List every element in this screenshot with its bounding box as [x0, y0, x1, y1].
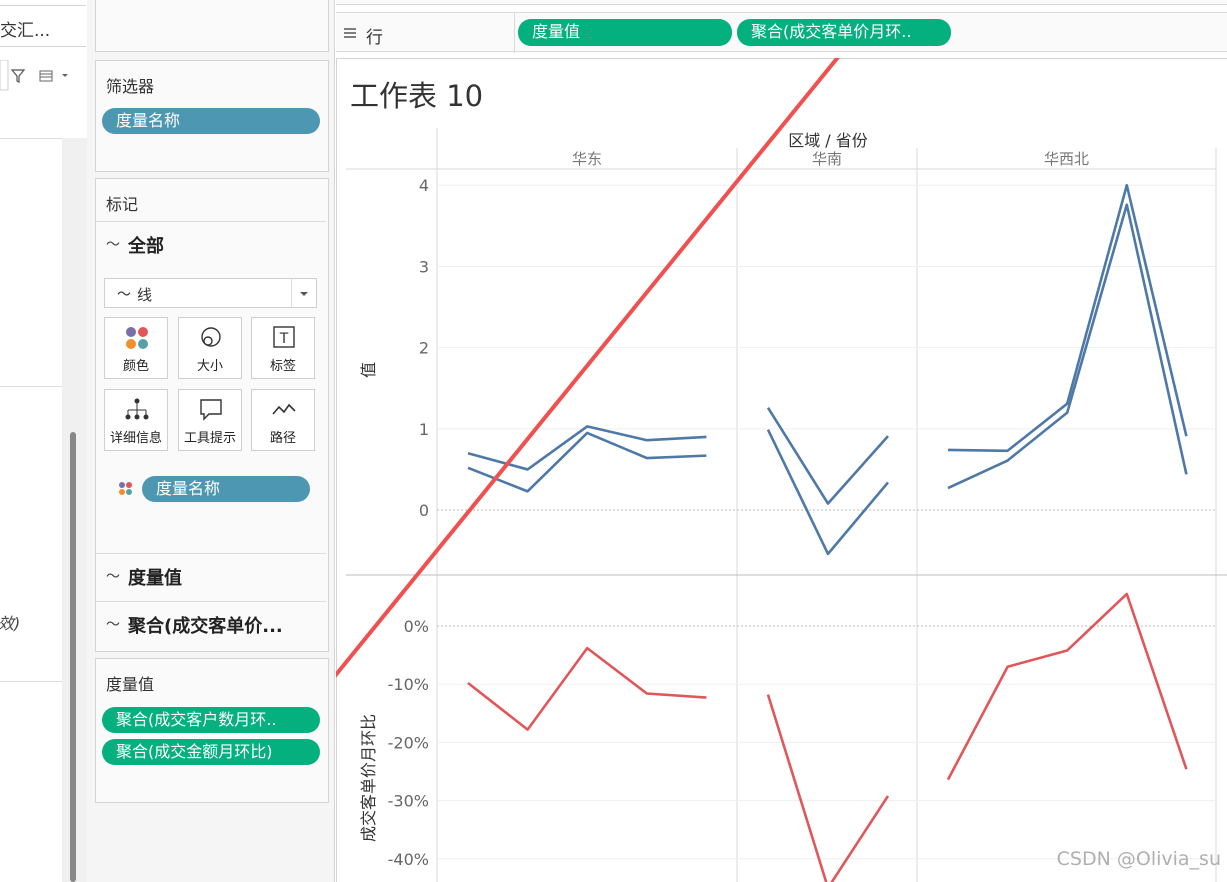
panel-header: 华西北: [1044, 150, 1089, 168]
y-tick-label: 3: [419, 257, 429, 276]
marks-section-all[interactable]: 〜 全部: [96, 221, 326, 270]
chart-series: [467, 183, 1188, 882]
panel-header: 华南: [812, 150, 842, 168]
divider: [514, 13, 515, 53]
y-tick-label: -30%: [388, 792, 429, 811]
measure-pill-customers[interactable]: 聚合(成交客户数月环..: [102, 707, 320, 733]
line-mark-icon: 〜: [106, 617, 120, 633]
rows-shelf[interactable]: 行 度量值 聚合(成交客单价月环..: [336, 12, 1227, 53]
tooltip-icon: [179, 398, 241, 422]
axis-ticks: 4 3 2 1 0 0% -10% -20% -30% -40%: [388, 176, 429, 869]
rows-pill-aov-mom[interactable]: 聚合(成交客单价月环..: [737, 19, 951, 46]
color-pill-measure-names[interactable]: 度量名称: [142, 476, 310, 502]
divider: [0, 138, 62, 139]
series-line-top-a: [766, 407, 889, 505]
panel-header: 华东: [572, 150, 602, 168]
y-tick-label: 1: [419, 420, 429, 439]
rows-shelf-label: 行: [366, 28, 383, 48]
measure-values-card: 度量值 聚合(成交客户数月环.. 聚合(成交金额月环比): [95, 658, 329, 803]
chart-frame: [346, 128, 1227, 882]
tooltip-button[interactable]: 工具提示: [178, 389, 242, 451]
label-button-label: 标签: [269, 359, 296, 374]
path-icon: [252, 398, 314, 422]
color-icon: [105, 326, 167, 350]
cards-pane: 筛选器 度量名称 标记 〜 全部 〜 线 颜色 大小 T 标签 详细信息 工具提…: [87, 0, 335, 882]
series-line-top-b: [947, 203, 1188, 490]
data-pane-toolbar: [0, 59, 86, 92]
path-button[interactable]: 路径: [251, 389, 315, 451]
tooltip-button-label: 工具提示: [183, 431, 236, 446]
series-line-top-b: [766, 429, 889, 556]
mark-type-value: 线: [137, 286, 153, 304]
y-tick-label: 2: [419, 339, 429, 358]
y-tick-label: -20%: [388, 733, 429, 752]
series-line-bottom: [946, 592, 1188, 781]
data-pane-scrollbar[interactable]: [70, 432, 76, 882]
size-icon: [179, 326, 241, 350]
data-pane: [0, 0, 87, 882]
top-axis-label: 值: [359, 362, 378, 378]
rows-icon: [344, 25, 356, 44]
detail-button-label: 详细信息: [109, 431, 162, 446]
filters-card-title: 筛选器: [106, 77, 155, 96]
y-tick-label: 0: [419, 501, 429, 520]
svg-text:T: T: [279, 331, 289, 347]
series-line-bottom: [766, 694, 890, 882]
y-tick-label: -40%: [388, 850, 429, 869]
detail-button[interactable]: 详细信息: [104, 389, 168, 451]
line-mark-icon: 〜: [106, 569, 120, 585]
path-button-label: 路径: [269, 431, 296, 446]
marks-card-title: 标记: [106, 195, 139, 214]
line-mark-icon: 〜: [106, 237, 120, 253]
y-tick-label: 0%: [404, 617, 429, 636]
series-line-bottom: [467, 646, 707, 731]
rows-pill-measure-values[interactable]: 度量值: [518, 19, 732, 46]
marks-section-aov[interactable]: 〜 聚合(成交客单价...: [96, 601, 326, 648]
measure-values-card-title: 度量值: [106, 675, 155, 694]
size-button-label: 大小: [196, 359, 223, 374]
filters-card: 筛选器 度量名称: [95, 60, 329, 172]
chevron-down-icon[interactable]: [291, 279, 316, 307]
divider: [0, 386, 62, 387]
column-header-title: 区域 / 省份: [788, 131, 868, 150]
color-legend-icon: [118, 481, 134, 501]
measure-pill-amount[interactable]: 聚合(成交金额月环比): [102, 739, 320, 765]
label-icon: T: [252, 326, 314, 350]
y-tick-label: -10%: [388, 675, 429, 694]
pages-card: [95, 0, 329, 52]
mark-type-dropdown[interactable]: 〜 线: [104, 278, 317, 308]
line-chart: 工作表 10 区域 / 省份 华东 华南 华西北 4 3 2 1 0 0% -10% -20% -3…: [336, 58, 1227, 882]
filter-icon[interactable]: [0, 59, 86, 92]
bottom-axis-label: 成交客单价月环比: [359, 714, 378, 842]
line-mark-icon: 〜: [117, 287, 131, 303]
filter-pill-measure-names[interactable]: 度量名称: [102, 108, 320, 134]
data-source-box: [0, 5, 86, 47]
size-button[interactable]: 大小: [178, 317, 242, 379]
detail-icon: [105, 398, 167, 422]
list-view-icon: [39, 70, 68, 82]
panel-headers: 华东 华南 华西北: [572, 150, 1089, 168]
color-button-label: 颜色: [122, 359, 149, 374]
marks-section-measure-values[interactable]: 〜 度量值: [96, 553, 326, 600]
marks-section-label: 度量值: [128, 568, 182, 589]
chart-title: 工作表 10: [350, 79, 483, 113]
marks-card: 标记 〜 全部 〜 线 颜色 大小 T 标签 详细信息 工具提示 路径 度量名称…: [95, 178, 329, 652]
field-item-partial[interactable]: 效): [0, 610, 20, 634]
watermark: CSDN @Olivia_su: [1056, 848, 1221, 870]
columns-shelf[interactable]: [336, 0, 1227, 5]
label-button[interactable]: T 标签: [251, 317, 315, 379]
marks-all-label: 全部: [128, 236, 164, 257]
y-tick-label: 4: [419, 176, 429, 195]
color-button[interactable]: 颜色: [104, 317, 168, 379]
marks-section-label: 聚合(成交客单价...: [128, 616, 283, 637]
divider: [0, 681, 62, 682]
